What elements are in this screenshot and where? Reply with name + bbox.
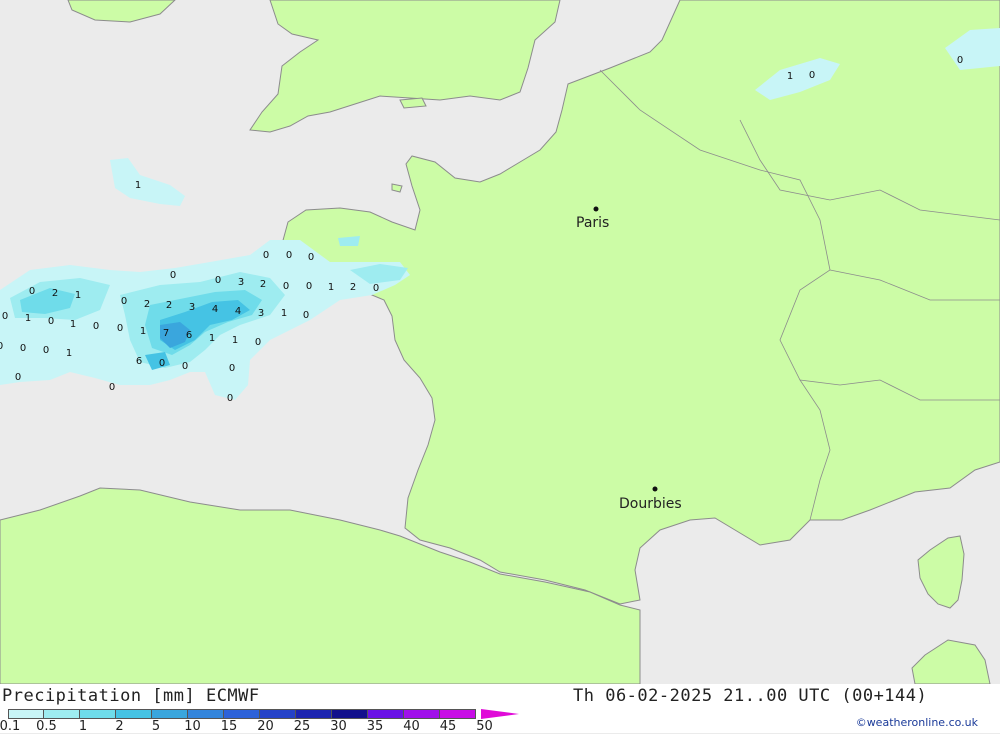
- precip-value: 0: [227, 393, 233, 404]
- precip-value: 0: [957, 55, 963, 66]
- legend-label: 50: [476, 719, 493, 734]
- legend-swatch: [296, 709, 332, 719]
- city-marker-paris: [593, 206, 599, 212]
- precip-value: 6: [136, 356, 142, 367]
- precip-value: 0: [2, 311, 8, 322]
- precip-value: 0: [263, 250, 269, 261]
- precip-value: 0: [121, 296, 127, 307]
- legend-label: 25: [293, 719, 311, 734]
- precip-value: 0: [15, 372, 21, 383]
- legend-label: 10: [184, 719, 201, 734]
- precip-value: 6: [186, 330, 192, 341]
- precip-value: 0: [255, 337, 261, 348]
- legend-swatch: [332, 709, 368, 719]
- precip-value: 0: [286, 250, 292, 261]
- precip-value: 1: [75, 290, 81, 301]
- legend-label: 40: [403, 719, 420, 734]
- precip-value: 0: [215, 275, 221, 286]
- credit-text: ©weatheronline.co.uk: [855, 716, 978, 729]
- precip-value: 3: [189, 302, 195, 313]
- precip-value: 0: [283, 281, 289, 292]
- precip-value: 0: [373, 283, 379, 294]
- legend-swatch: [116, 709, 152, 719]
- legend-swatch: [368, 709, 404, 719]
- legend-label: 35: [366, 719, 384, 734]
- legend-label: 45: [439, 719, 457, 734]
- precip-value: 0: [43, 345, 49, 356]
- precip-value: 0: [20, 343, 26, 354]
- precip-value: 0: [306, 281, 312, 292]
- legend-swatch: [80, 709, 116, 719]
- city-marker-dourbies: [652, 486, 658, 492]
- precip-value: 0: [117, 323, 123, 334]
- legend-label: 1: [78, 719, 88, 734]
- precip-value: 4: [212, 304, 218, 315]
- city-label-dourbies: Dourbies: [619, 496, 682, 512]
- precip-value: 1: [135, 180, 141, 191]
- precip-value: 1: [328, 282, 334, 293]
- legend-swatch: [440, 709, 476, 719]
- precip-value: 0: [48, 316, 54, 327]
- precip-value: 1: [787, 71, 793, 82]
- legend-swatch: [224, 709, 260, 719]
- precip-value: 3: [258, 308, 264, 319]
- precip-value: 1: [70, 319, 76, 330]
- legend-color-scale: [8, 709, 476, 719]
- legend-swatch: [44, 709, 80, 719]
- map-title: Precipitation [mm] ECMWF: [2, 686, 260, 706]
- precip-value: 0: [182, 361, 188, 372]
- precip-value: 1: [281, 308, 287, 319]
- legend-label: 30: [330, 719, 347, 734]
- legend-label: 5: [151, 719, 161, 734]
- legend-swatch: [8, 709, 44, 719]
- precip-value: 7: [163, 328, 169, 339]
- precip-value: 0: [109, 382, 115, 393]
- precip-value: 0: [308, 252, 314, 263]
- legend-label: 0.5: [36, 719, 57, 734]
- precip-value: 0: [29, 286, 35, 297]
- precip-value: 1: [232, 335, 238, 346]
- legend-label: 20: [257, 719, 274, 734]
- legend-label: 0.1: [0, 719, 21, 734]
- legend-swatch: [404, 709, 440, 719]
- precip-value: 3: [238, 277, 244, 288]
- precip-value: 0: [93, 321, 99, 332]
- precip-value: 1: [140, 326, 146, 337]
- precip-value: 0: [229, 363, 235, 374]
- legend-label: 15: [220, 719, 238, 734]
- legend-arrow: [481, 709, 519, 719]
- precipitation-map: 1 0 0 0 0 0 3 2 0 0 1 2 0 0 2 1 0 2 2 3 4 4 3 1 0 0 1 0 1 0 0 1 7 6 1 1 0 0 0 0…: [0, 0, 1000, 684]
- legend-swatch: [152, 709, 188, 719]
- precip-value: 0: [159, 358, 165, 369]
- precip-value: 0: [170, 270, 176, 281]
- precip-value: 2: [260, 279, 266, 290]
- precip-value: 1: [209, 333, 215, 344]
- precip-value: 0: [0, 341, 3, 352]
- city-label-paris: Paris: [576, 215, 609, 231]
- precip-value: 0: [303, 310, 309, 321]
- precip-value: 2: [52, 288, 58, 299]
- legend-swatch: [260, 709, 296, 719]
- precip-value: 2: [144, 299, 150, 310]
- legend-labels: 0.1 0.5 1 2 5 10 15 20 25 30 35 40 45 50: [0, 719, 520, 734]
- legend-label: 2: [115, 719, 124, 734]
- legend-swatch: [188, 709, 224, 719]
- precip-value: 2: [166, 300, 172, 311]
- precip-value: 0: [809, 70, 815, 81]
- precip-value: 1: [66, 348, 72, 359]
- precip-value: 2: [350, 282, 356, 293]
- precip-value: 4: [235, 306, 241, 317]
- map-datetime: Th 06-02-2025 21..00 UTC (00+144): [573, 686, 928, 706]
- precip-value: 1: [25, 313, 31, 324]
